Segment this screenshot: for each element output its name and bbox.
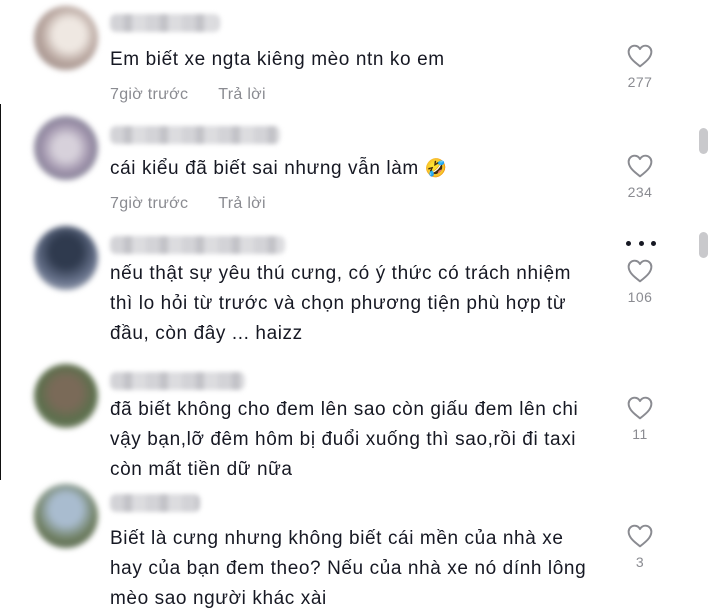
comment-text-line: Biết là cưng nhưng không biết cái mền củ… [110,528,564,549]
more-dot [638,240,644,246]
more-dot [651,240,656,246]
avatar[interactable] [34,226,98,290]
username-blurred[interactable] [110,372,245,390]
reply-button[interactable]: Trả lời [218,86,266,103]
comment-time: 7giờ trước [110,86,189,103]
heart-outline-icon [627,259,653,283]
heart-outline-icon [627,44,653,68]
comment-time: 7giờ trước [110,195,189,212]
like-count: 106 [627,289,653,305]
avatar[interactable] [34,6,98,70]
comment-text-line: thì lo hỏi từ trước và chọn phương tiện … [110,293,567,314]
like-count: 11 [632,426,648,442]
like-button[interactable]: 11 [610,396,670,442]
heart-outline-icon [627,154,653,178]
heart-outline-icon [627,524,653,548]
like-button[interactable]: 234 [610,154,670,200]
comment-text-line: vậy bạn,lỡ đêm hôm bị đuổi xuống thì sao… [110,429,577,450]
like-count: 3 [635,554,645,570]
reply-button[interactable]: Trả lời [218,195,266,212]
like-button[interactable]: 277 [610,44,670,90]
more-options-button[interactable] [626,238,656,248]
like-button[interactable]: 3 [610,524,670,570]
avatar[interactable] [34,364,98,428]
comment-meta: 7giờ trước Trả lời [110,86,266,104]
left-edge-divider [0,104,1,480]
avatar[interactable] [34,484,98,548]
comment-text: cái kiểu đã biết sai nhưng vẫn làm [110,158,419,179]
comment-text-line: đã biết không cho đem lên sao còn giấu đ… [110,399,579,420]
comment-text-line: đầu, còn đây ... haizz [110,323,303,344]
username-blurred[interactable] [110,236,285,254]
comment-text-line: mèo sao người khác xài [110,588,327,609]
comment-text-line: Em biết xe ngta kiêng mèo ntn ko em [110,49,445,70]
like-count: 277 [627,74,653,90]
avatar[interactable] [34,116,98,180]
like-button[interactable]: 106 [610,259,670,305]
username-blurred[interactable] [110,14,220,32]
rofl-emoji: 🤣 [424,158,448,179]
username-blurred[interactable] [110,494,200,512]
comment-meta: 7giờ trước Trả lời [110,195,266,213]
username-blurred[interactable] [110,126,280,144]
comment-text-line: hay của bạn đem theo? Nếu của nhà xe nó … [110,558,587,579]
heart-outline-icon [627,396,653,420]
comment-text-line: còn mất tiền dữ nữa [110,459,293,480]
scrollbar-thumb[interactable] [699,232,708,258]
more-horizontal-icon [626,240,631,246]
comment-text-line: nếu thật sự yêu thú cưng, có ý thức có t… [110,263,572,284]
like-count: 234 [627,184,653,200]
comment-text-line: cái kiểu đã biết sai nhưng vẫn làm 🤣 [110,154,448,184]
scrollbar-thumb[interactable] [699,128,708,154]
